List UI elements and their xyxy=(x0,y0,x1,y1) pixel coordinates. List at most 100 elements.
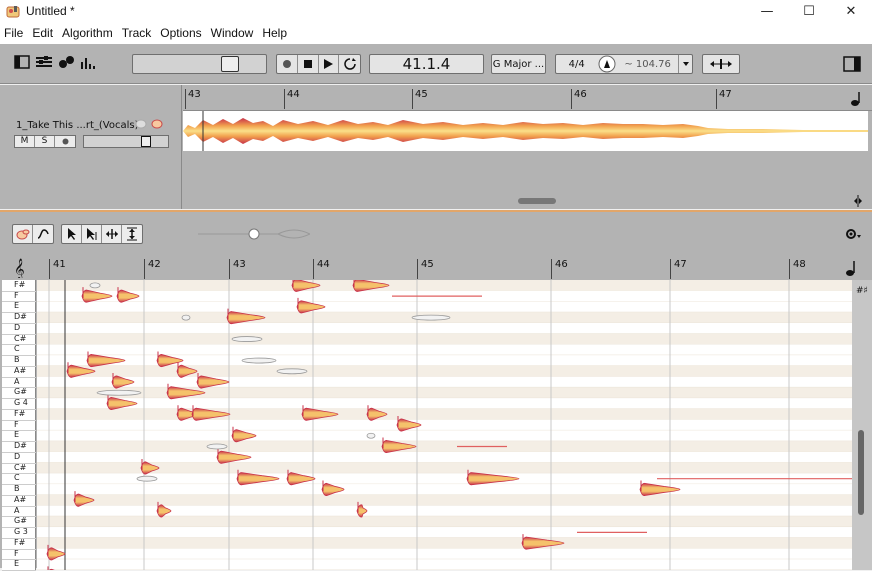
waveform-lane[interactable] xyxy=(183,111,868,151)
mute-button[interactable]: M xyxy=(15,136,35,147)
inactive-note xyxy=(89,282,101,289)
snap-button[interactable] xyxy=(702,54,740,74)
pitch-curve-tool-icon[interactable] xyxy=(33,225,53,243)
amplitude-tool-icon[interactable] xyxy=(122,225,142,243)
pitch-row xyxy=(37,559,852,570)
pitch-label: F# xyxy=(14,280,26,289)
pitch-label: A xyxy=(14,505,20,515)
settings-gear-icon[interactable] xyxy=(845,228,861,243)
note-value-icon[interactable] xyxy=(850,91,864,110)
stop-button[interactable] xyxy=(298,55,319,73)
tempo-dropdown-icon[interactable] xyxy=(678,55,692,73)
inspector-toggle-icon[interactable] xyxy=(843,56,861,75)
note-editor: 𝄞 41 42 43 44 45 46 47 48 F# F E D# D C# C B A# A… xyxy=(0,210,872,571)
metronome-icon[interactable] xyxy=(597,55,617,73)
tempo-display[interactable]: ~ 104.76 xyxy=(617,59,678,70)
volume-thumb[interactable] xyxy=(141,136,151,147)
volume-slider[interactable] xyxy=(83,135,169,148)
mixer-icon[interactable] xyxy=(34,54,54,73)
play-button[interactable] xyxy=(319,55,340,73)
sharp-icon: #♯ xyxy=(856,286,868,296)
pitch-row xyxy=(37,376,852,388)
inactive-note xyxy=(366,432,376,439)
split-icon[interactable] xyxy=(852,195,864,210)
slider-thumb[interactable] xyxy=(221,56,239,72)
snap-icon xyxy=(710,59,732,69)
pitch-row xyxy=(37,516,852,528)
pitch-row xyxy=(37,344,852,356)
position-slider[interactable] xyxy=(132,54,267,74)
piano-keyboard[interactable]: F# F E D# D C# C B A# A G# G 4 F# F E D# D C# C B A# A G# G 3 F#… xyxy=(2,280,36,571)
pitch-row xyxy=(37,441,852,452)
clef-icon[interactable]: 𝄞 xyxy=(12,258,32,281)
pitch-label: C# xyxy=(14,462,27,472)
editor-note-value-icon[interactable] xyxy=(845,259,859,280)
window-title: Untitled * xyxy=(26,4,75,18)
track-header: 1_Take This ...rt_(Vocals) M S xyxy=(0,85,182,209)
position-display[interactable]: 41.1.4 xyxy=(369,54,484,74)
pitch-label: C xyxy=(14,344,20,354)
scrollbar-thumb[interactable] xyxy=(858,430,864,515)
time-signature[interactable]: 4/4 xyxy=(556,59,597,70)
pitch-row xyxy=(37,527,852,538)
bar-label: 46 xyxy=(571,89,587,109)
pitch-row xyxy=(37,408,852,420)
pitch-row xyxy=(37,430,852,442)
menu-track[interactable]: Track xyxy=(118,26,156,40)
menu-file[interactable]: File xyxy=(0,26,27,40)
pitch-label: D# xyxy=(14,312,27,322)
pitch-row xyxy=(37,387,852,399)
minimize-button[interactable]: — xyxy=(746,0,788,22)
menu-options[interactable]: Options xyxy=(156,26,205,40)
key-selector[interactable]: G Major ... xyxy=(491,54,546,74)
record-arm-button[interactable] xyxy=(55,136,75,147)
transport-controls xyxy=(276,54,361,74)
pointer-tool-icon[interactable] xyxy=(62,225,82,243)
close-button[interactable]: ✕ xyxy=(830,0,872,22)
track-area-resize-handle[interactable] xyxy=(518,198,556,204)
notes-icon[interactable] xyxy=(58,54,76,73)
pitch-row xyxy=(37,322,852,334)
inactive-note xyxy=(206,443,228,450)
vertical-scrollbar[interactable]: #♯ xyxy=(852,280,872,570)
svg-text:𝄞: 𝄞 xyxy=(14,259,25,278)
bar-label: 41 xyxy=(49,259,66,279)
loop-button[interactable] xyxy=(339,55,360,73)
note-grid[interactable] xyxy=(37,280,852,570)
record-button[interactable] xyxy=(277,55,298,73)
solo-button[interactable]: S xyxy=(35,136,55,147)
editor-ruler[interactable]: 𝄞 41 42 43 44 45 46 47 48 xyxy=(0,257,872,281)
levels-icon[interactable] xyxy=(80,54,96,73)
waveform xyxy=(183,111,868,151)
menu-help[interactable]: Help xyxy=(258,26,291,40)
maximize-button[interactable]: ☐ xyxy=(788,0,830,22)
menu-edit[interactable]: Edit xyxy=(28,26,57,40)
menu-bar: File Edit Algorithm Track Options Window… xyxy=(0,22,872,44)
time-tool-icon[interactable] xyxy=(102,225,122,243)
zoom-slider[interactable] xyxy=(198,226,312,242)
pitch-label: D xyxy=(14,451,21,461)
pitch-label: F# xyxy=(14,408,26,418)
layout-icon[interactable] xyxy=(14,54,30,73)
inactive-note xyxy=(241,357,277,364)
track-ruler[interactable]: 43 44 45 46 47 xyxy=(183,85,872,111)
pitch-tool-icon[interactable] xyxy=(82,225,102,243)
app-icon xyxy=(6,4,20,18)
track-name[interactable]: 1_Take This ...rt_(Vocals) xyxy=(16,120,139,131)
editor-toolbar xyxy=(0,212,872,252)
pitch-row xyxy=(37,537,852,549)
inactive-note xyxy=(96,389,142,396)
menu-window[interactable]: Window xyxy=(207,26,258,40)
pitch-label: A# xyxy=(14,494,27,504)
track-area: 1_Take This ...rt_(Vocals) M S 43 44 45 … xyxy=(0,85,872,209)
bar-label: 42 xyxy=(144,259,161,279)
pitch-label: C xyxy=(14,473,20,483)
pitch-label: E xyxy=(14,559,20,569)
pitch-label: B xyxy=(14,355,20,365)
bar-label: 46 xyxy=(551,259,568,279)
blob-tool-icon[interactable] xyxy=(13,225,33,243)
menu-algorithm[interactable]: Algorithm xyxy=(58,26,117,40)
pitch-label: C# xyxy=(14,333,27,343)
track-color-icon[interactable] xyxy=(151,118,163,133)
title-bar: Untitled * — ☐ ✕ xyxy=(0,0,872,22)
